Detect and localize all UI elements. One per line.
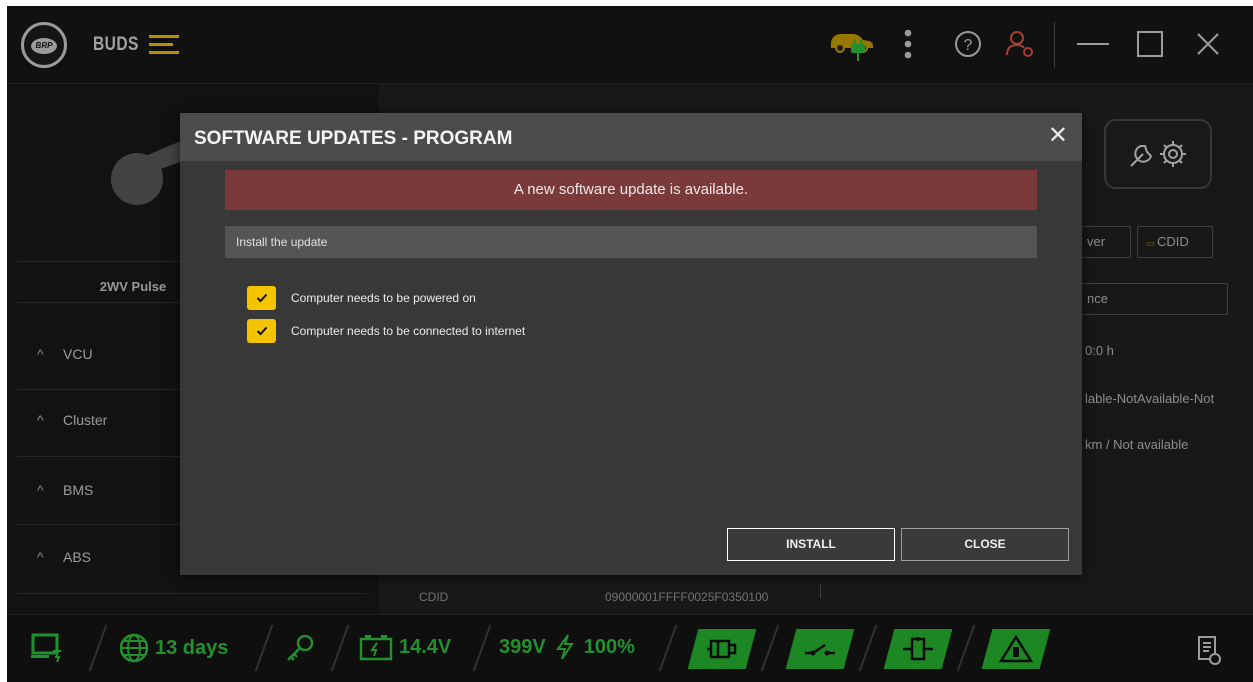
section-header: Install the update [225,226,1037,258]
dialog-title: SOFTWARE UPDATES - PROGRAM [194,128,513,149]
checkmark-icon [256,326,267,336]
buds-app-window: BRP BUDS ? 2WV Pulse ^ VCU ^ Cluster ^ B… [7,6,1253,682]
internet-checkbox[interactable] [247,319,276,343]
powered-on-label: Computer needs to be powered on [291,291,476,305]
powered-on-checkbox[interactable] [247,286,276,310]
software-updates-dialog: SOFTWARE UPDATES - PROGRAM ✕ A new softw… [180,113,1082,575]
install-button[interactable]: INSTALL [727,528,895,561]
close-button[interactable]: CLOSE [901,528,1069,561]
checkmark-icon [256,293,267,303]
update-available-banner: A new software update is available. [225,170,1037,210]
dialog-header: SOFTWARE UPDATES - PROGRAM ✕ [180,113,1082,161]
close-icon[interactable]: ✕ [1048,123,1068,149]
internet-label: Computer needs to be connected to intern… [291,324,526,338]
